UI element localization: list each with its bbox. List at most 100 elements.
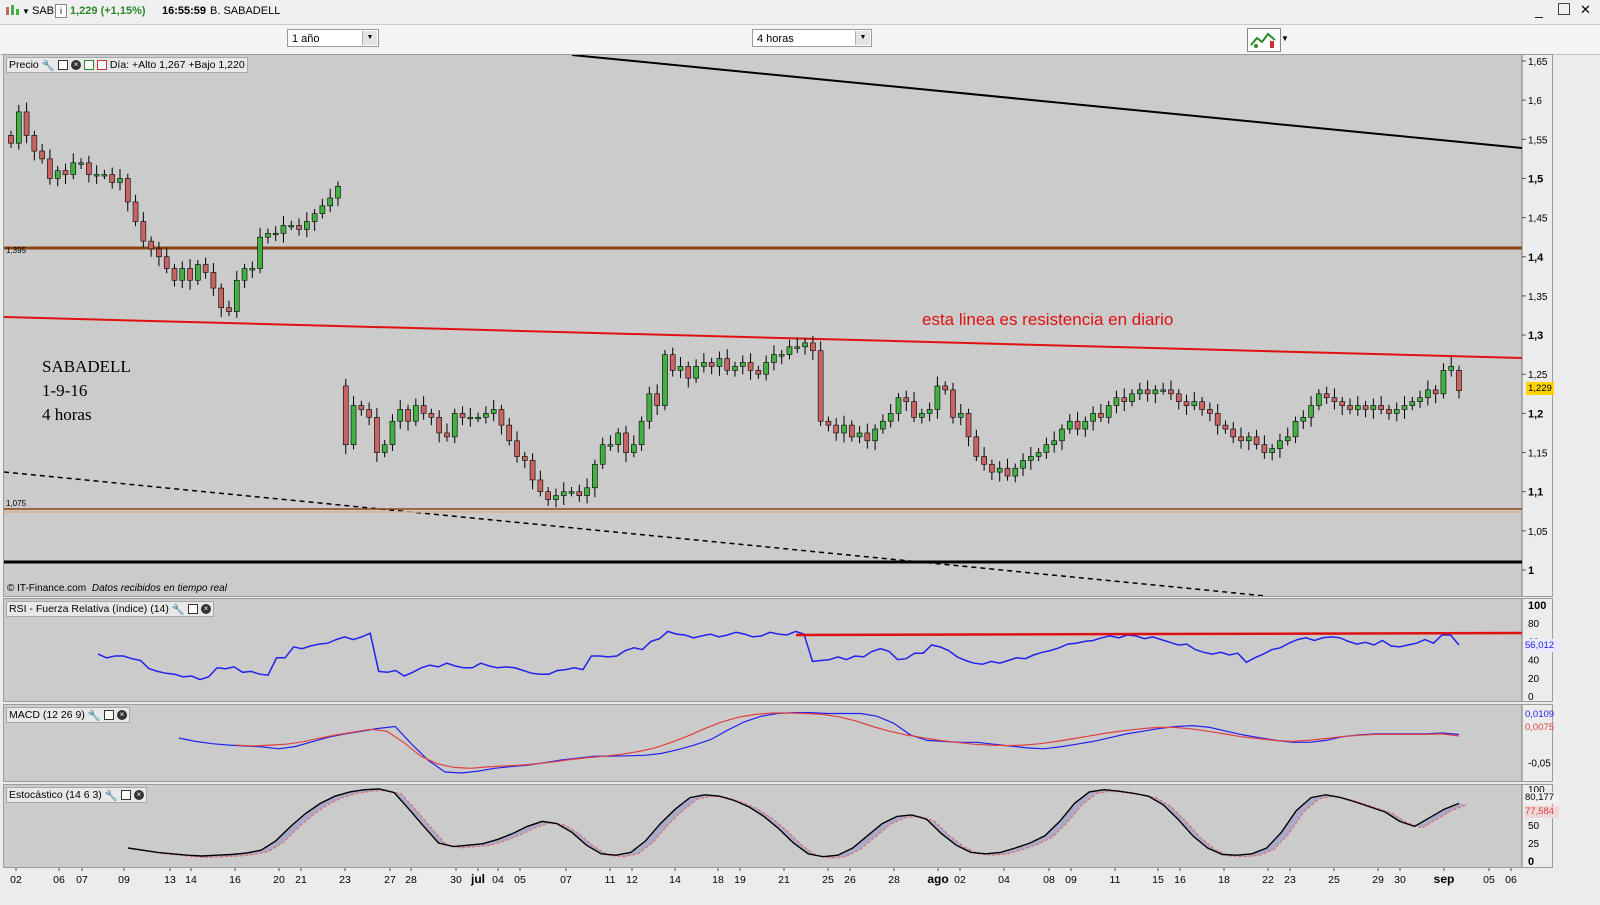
settings-icon[interactable]: 🔧: [105, 789, 118, 802]
candle-body: [350, 405, 357, 446]
minimize-icon[interactable]: _: [1535, 2, 1543, 18]
candle-body: [490, 409, 497, 414]
chart-type-icon: [1250, 32, 1276, 48]
candle-body: [623, 432, 629, 453]
settings-icon[interactable]: 🔧: [88, 709, 101, 722]
symbol-dropdown-icon[interactable]: ▼: [22, 7, 30, 16]
close-icon[interactable]: ×: [70, 60, 81, 70]
settings-icon[interactable]: 🔧: [42, 59, 55, 72]
candle-body: [1137, 389, 1143, 395]
candle-body: [1370, 405, 1377, 410]
maximize-icon[interactable]: [1558, 3, 1570, 15]
candle-body: [630, 444, 637, 453]
window-icon[interactable]: [187, 604, 198, 614]
candle-body: [1199, 401, 1205, 410]
info-icon[interactable]: i: [55, 4, 67, 18]
candle-body: [1456, 370, 1462, 391]
candle-body: [708, 362, 715, 367]
window-icon[interactable]: [103, 710, 114, 720]
candle-body: [288, 225, 295, 228]
candle-body: [1277, 440, 1283, 449]
settings-icon[interactable]: 🔧: [172, 603, 185, 616]
window-icon[interactable]: [120, 790, 131, 800]
y-tick-label: 1,5: [1528, 173, 1543, 185]
rsi-chart[interactable]: 100806040200: [4, 599, 1552, 701]
candle-body: [1160, 389, 1166, 392]
candle-body: [1222, 424, 1229, 430]
candle-body: [444, 432, 450, 438]
candle-body: [615, 432, 622, 446]
candle-body: [965, 413, 972, 438]
interval-select[interactable]: 4 horas ▼: [752, 29, 872, 47]
candle-body: [950, 389, 956, 418]
x-tick-label: 12: [626, 874, 638, 886]
candle-body: [47, 158, 53, 179]
period-select[interactable]: 1 año ▼: [287, 29, 379, 47]
candle-body: [560, 491, 567, 496]
candle-body: [584, 487, 590, 496]
candle-body: [195, 264, 201, 281]
candle-body: [1230, 428, 1237, 438]
y-tick-label: 1,4: [1528, 252, 1544, 264]
x-tick-label: 06: [1505, 874, 1517, 886]
candle-body: [311, 213, 318, 222]
interval-value: 4 horas: [757, 33, 794, 45]
export-icon[interactable]: [83, 60, 94, 70]
x-tick-label: 25: [1328, 874, 1340, 886]
macd-chart[interactable]: -0,05: [4, 705, 1552, 781]
window-icon[interactable]: [57, 60, 68, 70]
x-tick-label: 02: [954, 874, 966, 886]
y-tick-label: 1,15: [1528, 449, 1548, 460]
x-tick-label: 21: [778, 874, 790, 886]
candle-body: [864, 432, 871, 442]
symbol-label: SAB: [32, 5, 55, 17]
chevron-down-icon[interactable]: ▼: [362, 31, 377, 45]
x-tick-label: 30: [450, 874, 462, 886]
remove-icon[interactable]: [96, 60, 107, 70]
rsi-label: RSI - Fuerza Relativa (índice) (14): [9, 603, 169, 615]
chart-type-button[interactable]: [1247, 28, 1281, 52]
candle-body: [607, 444, 614, 447]
chart-type-dropdown-icon[interactable]: ▼: [1281, 34, 1289, 43]
candlestick-icon[interactable]: [4, 3, 20, 22]
candle-body: [483, 413, 489, 418]
candle-body: [1425, 389, 1431, 399]
candle-body: [755, 370, 762, 375]
x-axis: 02 06 07 09 13 14 16 20 21 23 27 28 30 jul 04 05 07 11 12 1…: [10, 868, 1517, 886]
candle-body: [498, 409, 505, 426]
candle-body: [810, 342, 816, 352]
rsi-tick-label: 20: [1528, 674, 1540, 685]
resistance-annotation: esta linea es resistencia en diario: [922, 310, 1174, 329]
candle-body: [553, 495, 559, 500]
candle-body: [1253, 436, 1260, 446]
candle-body: [1113, 397, 1120, 406]
x-tick-label: 28: [888, 874, 900, 886]
candle-body: [716, 358, 723, 367]
chevron-down-icon[interactable]: ▼: [855, 31, 870, 45]
y-tick-label: 1,2: [1528, 408, 1543, 420]
close-icon[interactable]: ×: [200, 604, 211, 614]
candle-body: [1214, 413, 1221, 426]
x-tick-label: 04: [492, 874, 504, 886]
candle-body: [163, 256, 170, 269]
close-icon[interactable]: ×: [116, 710, 127, 720]
close-icon[interactable]: ×: [133, 790, 144, 800]
candle-body: [942, 385, 948, 391]
x-tick-label: 15: [1152, 874, 1164, 886]
candle-body: [747, 362, 754, 371]
day-info: Día: +Alto 1,267 +Bajo 1,220: [109, 59, 245, 71]
price-chart[interactable]: 1,65 1,6 1,55 1,5 1,45 1,4 1,35 1,3 1,25 1,2 1,15 1…: [4, 55, 1552, 596]
rsi-tick-label: 100: [1528, 600, 1546, 612]
candle-body: [179, 268, 186, 281]
price-plot-area: [4, 55, 1522, 596]
x-tick-label: 19: [734, 874, 746, 886]
stoch-chart[interactable]: 10050250: [4, 785, 1552, 867]
candle-body: [1331, 397, 1338, 402]
candle-body: [1043, 444, 1050, 453]
candle-body: [148, 240, 154, 250]
candle-body: [31, 135, 38, 152]
last-price-badge: 1,229: [1526, 382, 1554, 395]
candle-body: [1144, 389, 1151, 395]
candle-body: [763, 362, 769, 375]
close-icon[interactable]: ✕: [1580, 2, 1591, 18]
